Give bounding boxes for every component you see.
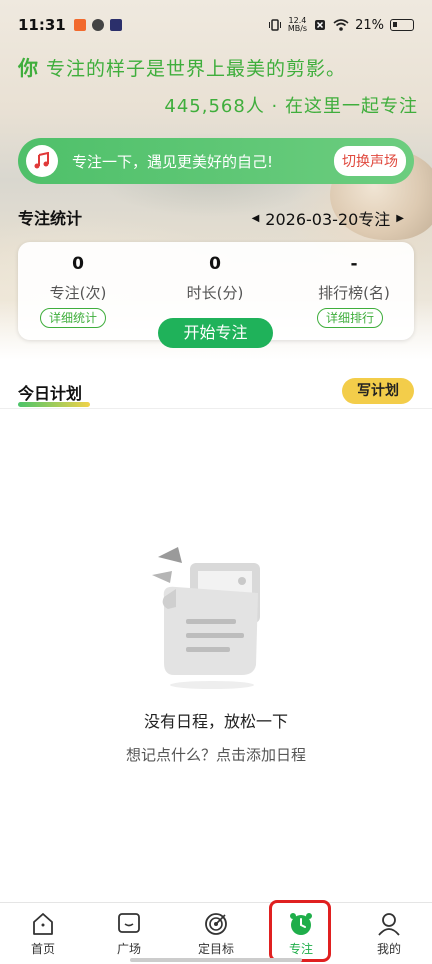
add-schedule-link[interactable]: 想记点什么？点击添加日程	[0, 744, 432, 765]
home-indicator	[130, 958, 302, 962]
nav-profile[interactable]: 我的	[359, 911, 419, 957]
nav-label: 定目标	[197, 942, 234, 956]
nav-label: 广场	[116, 942, 141, 956]
motto-text: 你 专注的样子是世界上最美的剪影。	[18, 52, 346, 81]
nav-goals[interactable]: 定目标	[186, 911, 246, 957]
notification-app-icon	[91, 19, 104, 31]
music-banner[interactable]: 专注一下，遇见更美好的自己! 切换声场	[18, 138, 414, 184]
bottom-nav: 首页 广场 定目标 专注 我的	[0, 902, 432, 964]
stat-value: 0	[209, 254, 221, 274]
vibrate-icon	[268, 19, 281, 31]
net-speed: 12.4 MB/s	[288, 17, 307, 33]
stat-label: 时长(分)	[186, 284, 244, 302]
battery-icon	[390, 19, 414, 31]
notification-app-icon	[109, 19, 122, 31]
nav-home[interactable]: 首页	[13, 911, 73, 957]
divider	[0, 408, 432, 409]
stat-label: 排行榜(名)	[318, 284, 390, 302]
online-count: 445,568人 · 在这里一起专注	[164, 96, 418, 117]
stat-value: -	[350, 254, 358, 274]
date-label: 2026-03-20专注	[265, 210, 391, 229]
nav-square[interactable]: 广场	[99, 911, 159, 957]
detail-ranking-button[interactable]: 详细排行	[317, 308, 384, 328]
motto-rest: 专注的样子是世界上最美的剪影。	[39, 58, 347, 80]
stat-focus-count: 0 专注(次)	[18, 254, 138, 303]
detail-stats-button[interactable]: 详细统计	[40, 308, 107, 328]
nav-label: 我的	[376, 942, 401, 956]
empty-schedule-illustration	[152, 547, 260, 689]
empty-state-title: 没有日程，放松一下	[143, 712, 288, 731]
nav-label: 首页	[30, 942, 55, 956]
status-bar: 11:31 12.4 MB/s 21%	[0, 0, 432, 50]
start-focus-button[interactable]: 开始专注	[158, 318, 273, 348]
switch-soundscape-button[interactable]: 切换声场	[334, 146, 406, 176]
motto-lead: 你	[18, 56, 39, 80]
highlight-box	[269, 900, 331, 962]
stat-ranking: - 排行榜(名)	[294, 254, 414, 303]
stat-duration: 0 时长(分)	[155, 254, 275, 303]
prev-day-icon[interactable]: ◀	[252, 213, 260, 224]
next-day-icon[interactable]: ▶	[396, 213, 404, 224]
home-icon	[33, 913, 53, 935]
plan-title: 今日计划	[18, 380, 90, 407]
notification-app-icon	[73, 19, 86, 31]
write-plan-button[interactable]: 写计划	[342, 378, 414, 404]
plan-title-text: 今日计划	[18, 384, 83, 403]
square-chat-icon	[118, 913, 140, 933]
target-icon	[205, 913, 227, 935]
no-sim-icon	[315, 20, 326, 30]
stat-value: 0	[72, 254, 84, 274]
stat-label: 专注(次)	[49, 284, 107, 302]
status-indicators: 12.4 MB/s 21%	[268, 17, 414, 33]
banner-text: 专注一下，遇见更美好的自己!	[72, 152, 274, 171]
stats-title-text: 专注统计	[18, 209, 83, 228]
battery-percent: 21%	[355, 17, 384, 33]
wifi-icon	[333, 19, 349, 31]
person-icon	[378, 913, 400, 936]
net-speed-unit: MB/s	[287, 24, 308, 33]
status-time: 11:31	[18, 16, 66, 34]
date-navigator: ◀ 2026-03-20专注 ▶	[246, 206, 410, 230]
music-note-icon	[26, 145, 58, 177]
stats-title: 专注统计	[18, 205, 90, 232]
